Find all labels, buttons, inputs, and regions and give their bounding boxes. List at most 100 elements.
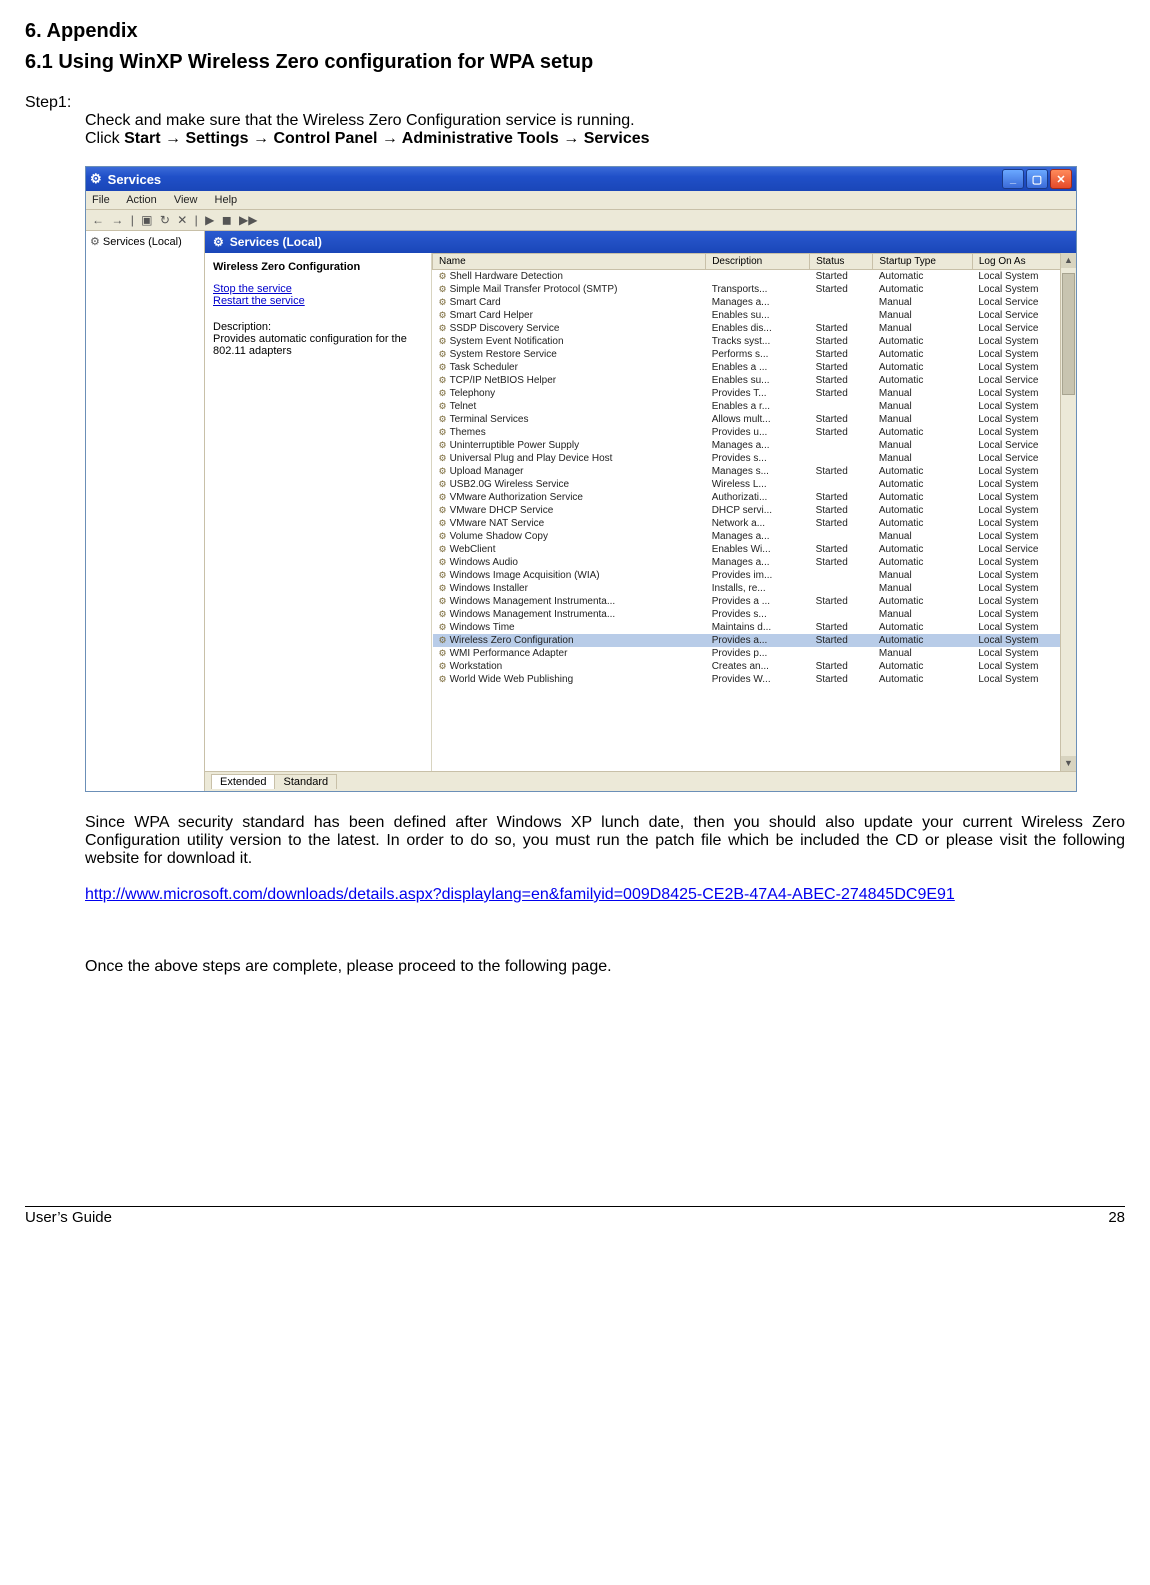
restart-icon[interactable]: ▶▶ [239,213,257,227]
appendix-heading: 6. Appendix [25,20,1125,43]
table-row[interactable]: ⚙System Event NotificationTracks syst...… [433,335,1076,348]
table-row[interactable]: ⚙Windows Image Acquisition (WIA)Provides… [433,569,1076,582]
table-row[interactable]: ⚙Wireless Zero ConfigurationProvides a..… [433,634,1076,647]
service-info-pane: Wireless Zero Configuration Stop the ser… [205,253,432,771]
patch-download-link[interactable]: http://www.microsoft.com/downloads/detai… [85,886,955,903]
gear-icon: ⚙ [439,648,447,658]
properties-icon[interactable]: ▣ [141,213,152,227]
cell-name: ⚙Wireless Zero Configuration [433,634,706,647]
table-row[interactable]: ⚙Upload ManagerManages s...StartedAutoma… [433,465,1076,478]
table-row[interactable]: ⚙WebClientEnables Wi...StartedAutomaticL… [433,543,1076,556]
tab-standard[interactable]: Standard [274,774,337,789]
table-row[interactable]: ⚙Windows Management Instrumenta...Provid… [433,608,1076,621]
cell-name: ⚙Themes [433,426,706,439]
footer-left: User’s Guide [25,1209,112,1226]
cell: Automatic [873,374,973,387]
wpa-paragraph: Since WPA security standard has been def… [85,814,1125,868]
cell: Started [810,374,873,387]
stop-service-link[interactable]: Stop the service [213,283,423,295]
table-row[interactable]: ⚙Windows TimeMaintains d...StartedAutoma… [433,621,1076,634]
table-row[interactable]: ⚙Windows Management Instrumenta...Provid… [433,595,1076,608]
table-row[interactable]: ⚙Windows InstallerInstalls, re...ManualL… [433,582,1076,595]
table-row[interactable]: ⚙ThemesProvides u...StartedAutomaticLoca… [433,426,1076,439]
menu-help[interactable]: Help [215,194,238,206]
gear-icon: ⚙ [439,401,447,411]
cell: Manual [873,452,973,465]
cell: Automatic [873,348,973,361]
window-title: Services [108,172,162,187]
menu-action[interactable]: Action [126,194,157,206]
col-startup[interactable]: Startup Type [873,254,973,270]
export-icon[interactable]: ✕ [177,213,187,227]
gear-icon: ⚙ [439,531,447,541]
table-row[interactable]: ⚙WMI Performance AdapterProvides p...Man… [433,647,1076,660]
vertical-scrollbar[interactable]: ▲ ▼ [1060,253,1076,771]
maximize-button[interactable]: ▢ [1026,169,1048,189]
gear-icon: ⚙ [439,674,447,684]
table-row[interactable]: ⚙System Restore ServicePerforms s...Star… [433,348,1076,361]
cell-name: ⚙Smart Card Helper [433,309,706,322]
step1-line1: Check and make sure that the Wireless Ze… [85,112,1125,130]
scroll-thumb[interactable] [1062,273,1075,395]
table-row[interactable]: ⚙TCP/IP NetBIOS HelperEnables su...Start… [433,374,1076,387]
table-row[interactable]: ⚙Windows AudioManages a...StartedAutomat… [433,556,1076,569]
tree-root-node[interactable]: ⚙Services (Local) [90,235,200,248]
col-description[interactable]: Description [706,254,810,270]
gear-icon: ⚙ [439,297,447,307]
table-row[interactable]: ⚙World Wide Web PublishingProvides W...S… [433,673,1076,686]
gear-icon: ⚙ [439,440,447,450]
table-row[interactable]: ⚙Simple Mail Transfer Protocol (SMTP)Tra… [433,283,1076,296]
services-list-pane[interactable]: Name Description Status Startup Type Log… [432,253,1076,771]
table-row[interactable]: ⚙SSDP Discovery ServiceEnables dis...Sta… [433,322,1076,335]
col-status[interactable]: Status [810,254,873,270]
forward-icon[interactable]: → [111,213,123,227]
tab-extended[interactable]: Extended [211,774,275,789]
cell: Started [810,335,873,348]
tree-pane[interactable]: ⚙Services (Local) [86,231,205,791]
table-row[interactable]: ⚙Shell Hardware DetectionStartedAutomati… [433,270,1076,284]
table-row[interactable]: ⚙Terminal ServicesAllows mult...StartedM… [433,413,1076,426]
menu-view[interactable]: View [174,194,198,206]
window-titlebar[interactable]: ⚙ Services _ ▢ ✕ [86,167,1076,191]
cell: Allows mult... [706,413,810,426]
table-row[interactable]: ⚙Volume Shadow CopyManages a...ManualLoc… [433,530,1076,543]
scroll-down-icon[interactable]: ▼ [1061,756,1076,771]
table-row[interactable]: ⚙Task SchedulerEnables a ...StartedAutom… [433,361,1076,374]
cell [810,569,873,582]
back-icon[interactable]: ← [92,213,104,227]
cell: Enables a ... [706,361,810,374]
cell: Manual [873,647,973,660]
table-row[interactable]: ⚙Universal Plug and Play Device HostProv… [433,452,1076,465]
gear-icon: ⚙ [439,388,447,398]
cell: Manual [873,608,973,621]
cell: Manual [873,413,973,426]
restart-service-link[interactable]: Restart the service [213,295,423,307]
start-icon[interactable]: ▶ [205,213,214,227]
refresh-icon[interactable]: ↻ [160,213,170,227]
table-row[interactable]: ⚙Uninterruptible Power SupplyManages a..… [433,439,1076,452]
cell: Automatic [873,335,973,348]
minimize-button[interactable]: _ [1002,169,1024,189]
col-name[interactable]: Name [433,254,706,270]
detail-title: Services (Local) [230,235,322,249]
stop-icon[interactable]: ◼ [222,213,232,227]
table-row[interactable]: ⚙TelnetEnables a r...ManualLocal System [433,400,1076,413]
cell: Started [810,465,873,478]
cell-name: ⚙Uninterruptible Power Supply [433,439,706,452]
table-row[interactable]: ⚙WorkstationCreates an...StartedAutomati… [433,660,1076,673]
table-row[interactable]: ⚙USB2.0G Wireless ServiceWireless L...Au… [433,478,1076,491]
table-row[interactable]: ⚙VMware DHCP ServiceDHCP servi...Started… [433,504,1076,517]
table-row[interactable]: ⚙Smart Card HelperEnables su...ManualLoc… [433,309,1076,322]
cell: Automatic [873,426,973,439]
table-row[interactable]: ⚙TelephonyProvides T...StartedManualLoca… [433,387,1076,400]
table-row[interactable]: ⚙VMware Authorization ServiceAuthorizati… [433,491,1076,504]
scroll-up-icon[interactable]: ▲ [1061,253,1076,268]
close-button[interactable]: ✕ [1050,169,1072,189]
menu-file[interactable]: File [92,194,110,206]
table-row[interactable]: ⚙VMware NAT ServiceNetwork a...StartedAu… [433,517,1076,530]
table-row[interactable]: ⚙Smart CardManages a...ManualLocal Servi… [433,296,1076,309]
gear-icon: ⚙ [439,635,447,645]
cell: Manages s... [706,465,810,478]
gear-icon: ⚙ [439,661,447,671]
gear-icon: ⚙ [439,622,447,632]
